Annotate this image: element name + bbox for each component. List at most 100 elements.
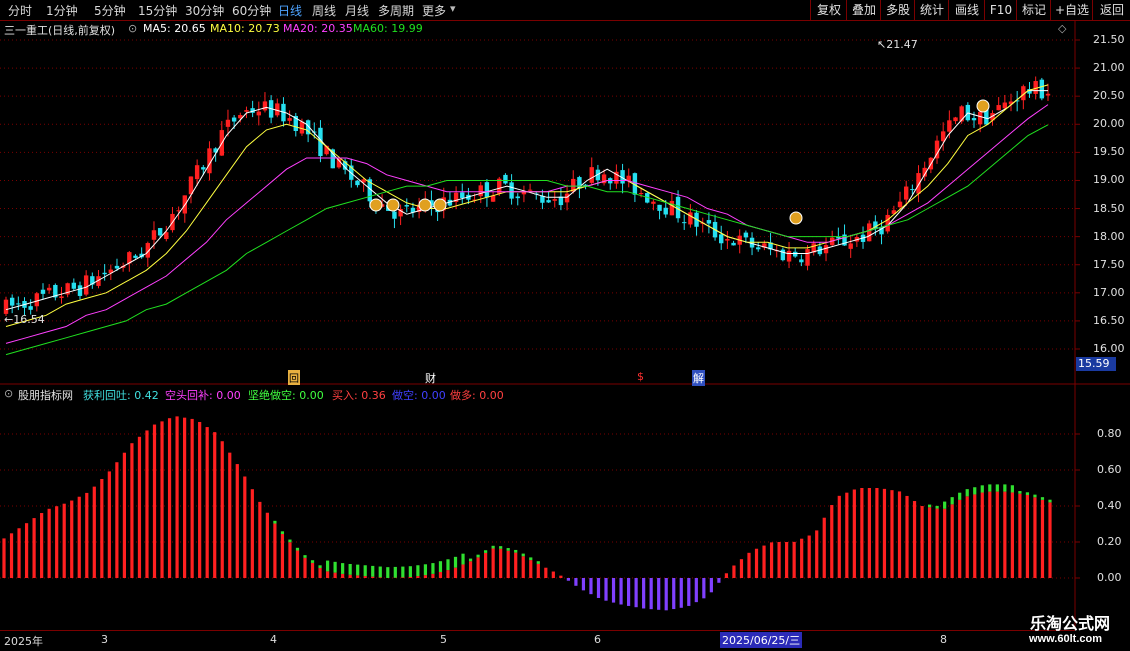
histogram-bar-up: [123, 453, 126, 578]
candle-down: [41, 290, 45, 294]
histogram-bar-up: [85, 493, 88, 578]
candle-down: [355, 181, 359, 185]
event-marker-hui[interactable]: 回: [288, 370, 300, 385]
histogram-bar-up: [349, 575, 352, 578]
histogram-bar-green: [1026, 492, 1029, 495]
candle-down: [546, 200, 550, 202]
candle-down: [707, 220, 711, 223]
candle-down: [115, 266, 119, 269]
candle-down: [102, 273, 106, 274]
candle-up: [947, 120, 951, 131]
histogram-bar-up: [153, 425, 156, 578]
money-bag-icon: [977, 100, 989, 112]
histogram-bar-green: [431, 563, 434, 574]
candle-down: [657, 205, 661, 211]
histogram-bar-up: [63, 504, 66, 578]
histogram-bar-green: [1048, 500, 1051, 503]
histogram-bar-up: [845, 493, 848, 578]
histogram-bar-green: [446, 559, 449, 570]
histogram-bar-up: [48, 509, 51, 578]
histogram-bar-up: [529, 560, 532, 578]
money-bag-icon: [790, 212, 802, 224]
histogram-bar-up: [815, 530, 818, 578]
high-price-annotation: ↖21.47: [877, 38, 918, 51]
histogram-bar-up: [461, 564, 464, 578]
candle-down: [158, 228, 162, 235]
histogram-bar-up: [17, 528, 20, 578]
histogram-bar-green: [492, 546, 495, 549]
date-label-year: 2025年: [4, 633, 43, 649]
ma-lines: [6, 85, 1048, 355]
histogram-bar-green: [951, 497, 954, 504]
histogram-bar-up: [454, 568, 457, 578]
histogram-bar-up: [108, 471, 111, 578]
histogram-bar-up: [236, 464, 239, 578]
histogram-bar-up: [55, 506, 58, 578]
histogram-bar-down: [642, 578, 645, 608]
price-tick-label: 21.00: [1093, 61, 1125, 74]
histogram-bar-green: [1011, 485, 1014, 492]
histogram-bar-up: [228, 453, 231, 578]
candle-up: [996, 105, 1000, 110]
histogram-bar-green: [1041, 497, 1044, 500]
ma-line-ma5: [6, 91, 1048, 310]
histogram-bar-up: [898, 491, 901, 578]
histogram-bar-down: [635, 578, 638, 607]
candle-up: [848, 243, 852, 248]
candle-up: [257, 112, 261, 116]
date-axis: 2025年 3 4 5 6 2025/06/25/三 8: [0, 630, 1075, 651]
money-bag-icon: [419, 199, 431, 211]
price-axis: 21.5021.0020.5020.0019.5019.0018.5018.00…: [1080, 0, 1130, 384]
candle-up: [953, 117, 957, 121]
candle-down: [232, 118, 236, 122]
candle-up: [244, 110, 248, 112]
histogram-bar-green: [334, 562, 337, 573]
histogram-bar-down: [657, 578, 660, 610]
candle-up: [479, 185, 483, 196]
histogram-bar-down: [695, 578, 698, 602]
candle-down: [676, 197, 680, 218]
histogram-bar-up: [243, 477, 246, 578]
histogram-bar-up: [958, 500, 961, 578]
money-bag-icon: [370, 199, 382, 211]
sub-tick-label: 0.00: [1097, 571, 1122, 584]
event-marker-dollar[interactable]: $: [637, 370, 644, 383]
histogram-bar-down: [665, 578, 668, 610]
event-marker-jie[interactable]: 解: [692, 370, 705, 386]
histogram-bar-up: [823, 518, 826, 578]
histogram-bar-up: [1033, 497, 1036, 578]
candle-up: [528, 190, 532, 191]
histogram-bar-down: [619, 578, 622, 604]
ma-line-ma10: [6, 85, 1048, 327]
histogram-bar-up: [800, 539, 803, 578]
candle-down: [910, 189, 914, 190]
histogram-bar-up: [266, 513, 269, 578]
price-tick-label: 20.00: [1093, 117, 1125, 130]
histogram-bar-up: [334, 573, 337, 578]
high-price-value: 21.47: [886, 38, 918, 51]
histogram-bar-up: [70, 501, 73, 578]
histogram-bar-up: [793, 542, 796, 578]
histogram-bar-up: [341, 574, 344, 578]
histogram-bar-up: [303, 558, 306, 578]
histogram-bar-up: [221, 441, 224, 578]
candle-up: [565, 194, 569, 203]
date-cursor-label: 2025/06/25/三: [720, 632, 802, 648]
candle-up: [805, 249, 809, 266]
candle-up: [59, 296, 63, 298]
histogram-bar-up: [868, 488, 871, 578]
candle-up: [651, 202, 655, 204]
candle-up: [1046, 94, 1050, 96]
price-tick-label: 19.00: [1093, 173, 1125, 186]
histogram-bar-up: [559, 576, 562, 578]
histogram-bar-up: [883, 489, 886, 578]
histogram-bar-up: [777, 542, 780, 578]
histogram-bar-up: [905, 496, 908, 578]
event-marker-cai[interactable]: 财: [425, 370, 436, 386]
histogram-bar-down: [589, 578, 592, 594]
candle-down: [509, 182, 513, 198]
histogram-bar-up: [499, 549, 502, 578]
histogram-bar-up: [175, 416, 178, 578]
histogram-bar-green: [424, 564, 427, 575]
kline-chart[interactable]: [0, 0, 1130, 650]
